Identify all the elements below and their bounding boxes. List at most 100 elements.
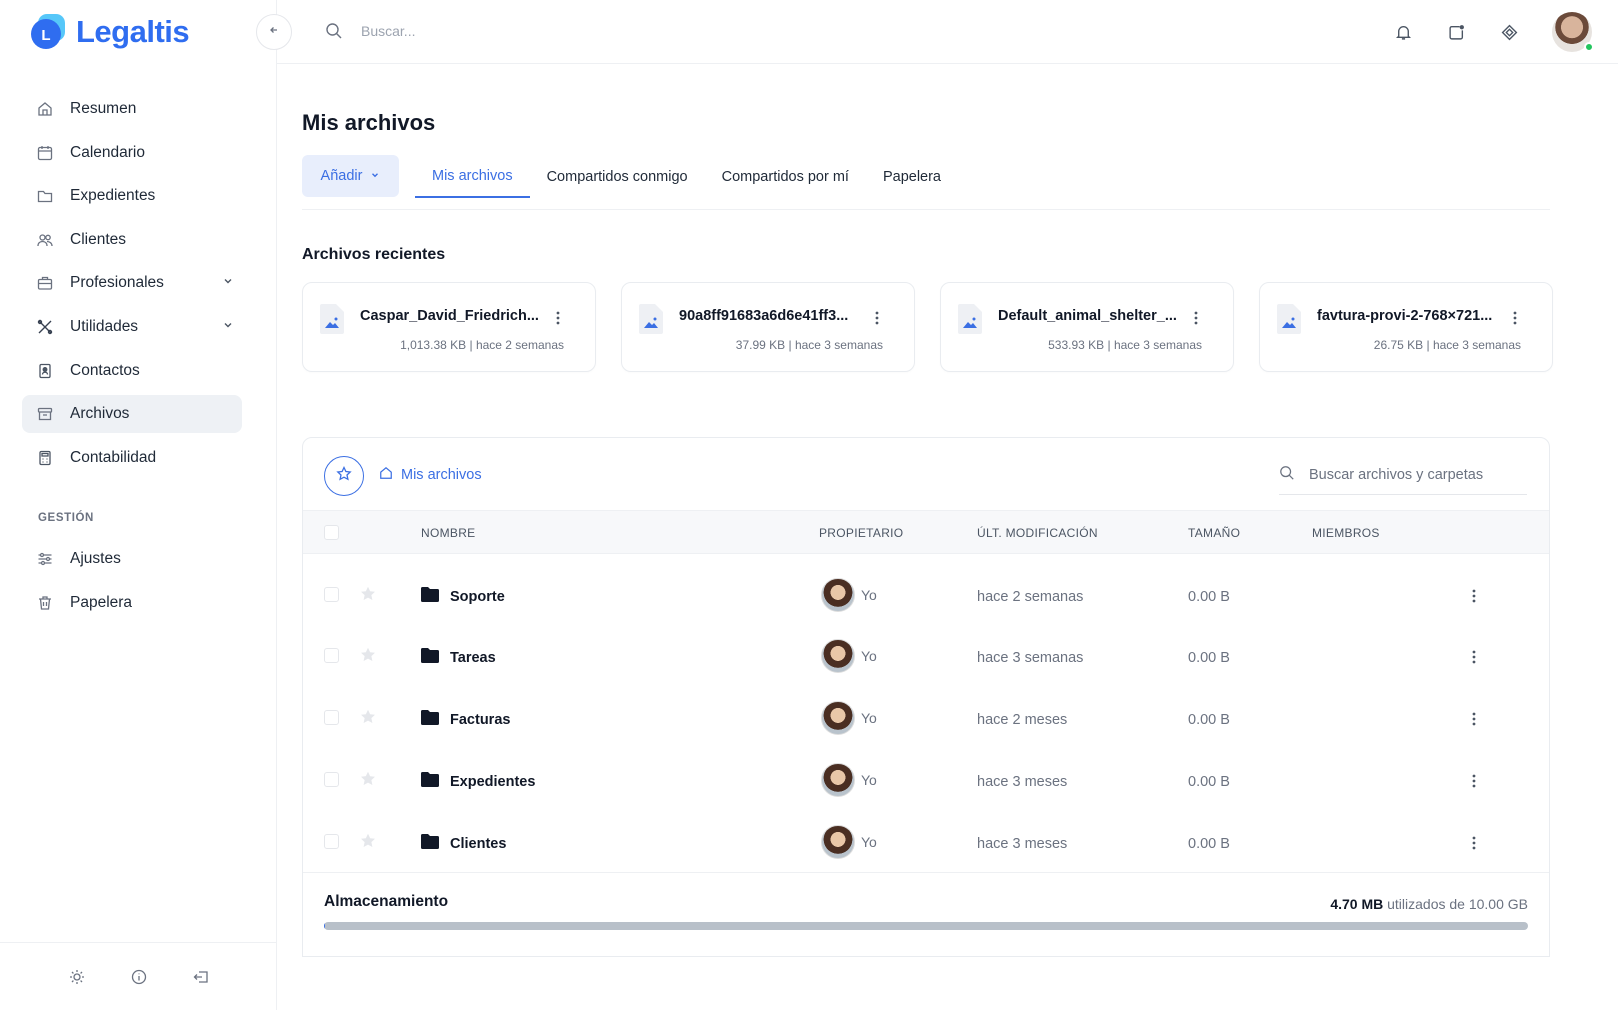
folder-icon — [421, 710, 439, 730]
sidebar-item-papelera[interactable]: Papelera — [22, 584, 242, 622]
sidebar-item-label: Resumen — [70, 100, 137, 117]
table-row[interactable]: Tareas Yo hace 3 semanas 0.00 B — [303, 626, 1549, 686]
more-vertical-icon[interactable] — [870, 309, 884, 327]
column-owner[interactable]: PROPIETARIO — [819, 526, 903, 540]
row-checkbox[interactable] — [324, 587, 339, 602]
table-row[interactable]: Soporte Yo hace 2 semanas 0.00 B — [303, 565, 1549, 625]
more-vertical-icon[interactable] — [1467, 648, 1481, 666]
recent-file-card[interactable]: favtura-provi-2-768×721... 26.75 KB | ha… — [1259, 282, 1553, 372]
calculator-icon — [36, 449, 54, 467]
calendar-icon — [36, 144, 54, 162]
row-checkbox[interactable] — [324, 834, 339, 849]
tab-compartidos-conmigo[interactable]: Compartidos conmigo — [530, 155, 705, 198]
global-search-input[interactable]: Buscar... — [361, 23, 415, 39]
sidebar-nav: Resumen Calendario Expedientes Clientes … — [22, 90, 242, 482]
sidebar-item-label: Expedientes — [70, 187, 156, 205]
recent-file-card[interactable]: Caspar_David_Friedrich... 1,013.38 KB | … — [302, 282, 596, 372]
sidebar-item-resumen[interactable]: Resumen — [22, 90, 242, 128]
folder-name[interactable]: Expedientes — [450, 774, 535, 790]
storage-progress-fill — [324, 922, 325, 930]
sidebar-item-clientes[interactable]: Clientes — [22, 221, 242, 259]
file-size: 0.00 B — [1188, 774, 1230, 790]
column-name[interactable]: NOMBRE — [421, 526, 475, 540]
folder-icon — [421, 648, 439, 668]
column-modified[interactable]: ÚLT. MODIFICACIÓN — [977, 526, 1098, 540]
row-checkbox[interactable] — [324, 648, 339, 663]
column-members[interactable]: MIEMBROS — [1312, 526, 1380, 540]
row-checkbox[interactable] — [324, 710, 339, 725]
sidebar-item-expedientes[interactable]: Expedientes — [22, 177, 242, 215]
star-icon[interactable] — [359, 708, 377, 731]
sidebar-item-utilidades[interactable]: Utilidades — [22, 308, 242, 346]
table-row[interactable]: Expedientes Yo hace 3 meses 0.00 B — [303, 750, 1549, 810]
sidebar-item-profesionales[interactable]: Profesionales — [22, 264, 242, 302]
sidebar-item-calendario[interactable]: Calendario — [22, 134, 242, 172]
more-vertical-icon[interactable] — [1189, 309, 1203, 327]
sidebar-item-label: Ajustes — [70, 550, 121, 567]
folder-name[interactable]: Facturas — [450, 712, 510, 728]
breadcrumb-label: Mis archivos — [401, 467, 482, 483]
sidebar: L Legaltis Resumen Calendario Expediente… — [0, 0, 277, 1010]
info-icon[interactable] — [130, 968, 148, 986]
folder-name[interactable]: Clientes — [450, 836, 506, 852]
sidebar-item-contactos[interactable]: Contactos — [22, 352, 242, 390]
search-icon — [325, 22, 343, 45]
table-row[interactable]: Facturas Yo hace 2 meses 0.00 B — [303, 688, 1549, 748]
modified-date: hace 3 semanas — [977, 650, 1084, 666]
logout-icon[interactable] — [192, 968, 210, 986]
owner-avatar — [821, 639, 855, 673]
select-all-checkbox[interactable] — [324, 525, 339, 540]
archive-icon — [36, 405, 54, 423]
add-button[interactable]: Añadir — [302, 155, 399, 197]
more-vertical-icon[interactable] — [1467, 772, 1481, 790]
sidebar-item-label: Papelera — [70, 593, 133, 611]
section-label-gestion: GESTIÓN — [38, 512, 94, 524]
recent-file-meta: 533.93 KB | hace 3 semanas — [1048, 338, 1202, 352]
recent-file-card[interactable]: Default_animal_shelter_... 533.93 KB | h… — [940, 282, 1234, 372]
chat-notification-icon[interactable] — [1446, 22, 1466, 42]
owner-name: Yo — [861, 587, 877, 603]
star-icon[interactable] — [359, 832, 377, 855]
topbar: Buscar... — [277, 0, 1618, 64]
folder-name[interactable]: Tareas — [450, 650, 496, 666]
folder-name[interactable]: Soporte — [450, 589, 505, 605]
more-vertical-icon[interactable] — [551, 309, 565, 327]
tabs: Mis archivos Compartidos conmigo Compart… — [415, 155, 958, 198]
favorites-button[interactable] — [324, 456, 364, 496]
brand-logo[interactable]: L Legaltis — [28, 12, 190, 52]
user-avatar[interactable] — [1552, 12, 1594, 52]
more-vertical-icon[interactable] — [1467, 834, 1481, 852]
topbar-actions — [1393, 0, 1618, 64]
sidebar-item-archivos[interactable]: Archivos — [22, 395, 242, 434]
storage-divider — [303, 872, 1549, 873]
breadcrumb[interactable]: Mis archivos — [379, 466, 482, 484]
star-icon[interactable] — [359, 646, 377, 669]
column-size[interactable]: TAMAÑO — [1188, 526, 1240, 540]
owner-name: Yo — [861, 648, 877, 664]
tab-mis-archivos[interactable]: Mis archivos — [415, 155, 530, 198]
file-search-input[interactable]: Buscar archivos y carpetas — [1279, 456, 1527, 495]
contact-icon — [36, 362, 54, 380]
bell-icon[interactable] — [1393, 22, 1413, 42]
star-icon[interactable] — [359, 585, 377, 608]
more-vertical-icon[interactable] — [1508, 309, 1522, 327]
recent-file-card[interactable]: 90a8ff91683a6d6e41ff3... 37.99 KB | hace… — [621, 282, 915, 372]
sidebar-item-ajustes[interactable]: Ajustes — [22, 540, 242, 578]
trash-icon — [36, 594, 54, 612]
row-checkbox[interactable] — [324, 772, 339, 787]
storage-progress-bar — [324, 922, 1528, 930]
recent-files: Caspar_David_Friedrich... 1,013.38 KB | … — [302, 282, 1553, 372]
sun-icon[interactable] — [68, 968, 86, 986]
folder-icon — [421, 772, 439, 792]
apps-icon[interactable] — [1499, 22, 1519, 42]
star-icon[interactable] — [359, 770, 377, 793]
collapse-sidebar-button[interactable] — [256, 14, 292, 50]
tab-compartidos-por-mi[interactable]: Compartidos por mí — [705, 155, 866, 198]
more-vertical-icon[interactable] — [1467, 710, 1481, 728]
sidebar-item-contabilidad[interactable]: Contabilidad — [22, 439, 242, 477]
more-vertical-icon[interactable] — [1467, 587, 1481, 605]
table-row[interactable]: Clientes Yo hace 3 meses 0.00 B — [303, 812, 1549, 872]
modified-date: hace 2 semanas — [977, 589, 1084, 605]
tab-papelera[interactable]: Papelera — [866, 155, 958, 198]
recent-files-title: Archivos recientes — [302, 246, 446, 263]
